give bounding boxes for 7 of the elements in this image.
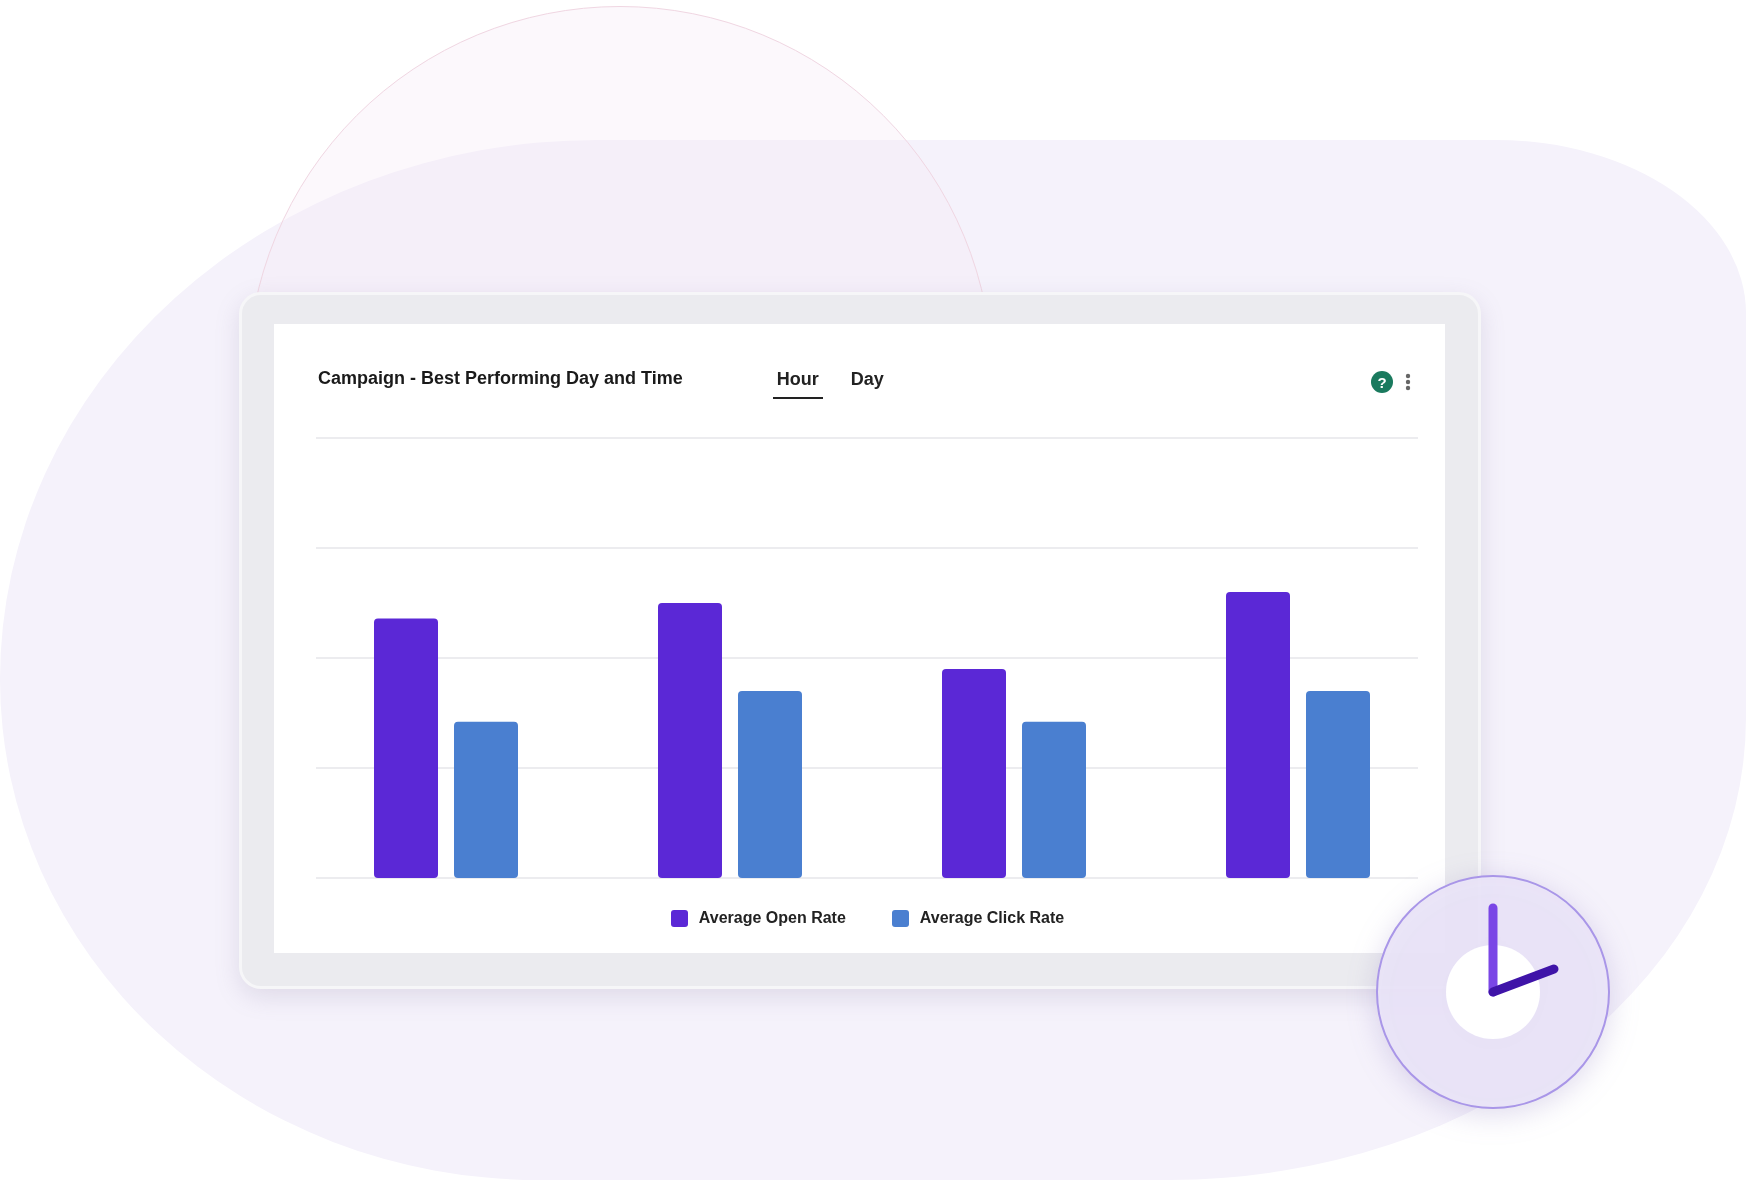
more-options-icon[interactable] <box>1405 373 1411 391</box>
tab[interactable]: Day <box>846 365 888 399</box>
tab[interactable]: Hour <box>772 365 823 399</box>
card-title: Campaign - Best Performing Day and Time <box>318 367 683 389</box>
help-icon[interactable]: ? <box>1371 371 1393 393</box>
legend-label: Average Open Rate <box>698 909 846 927</box>
legend-label: Average Click Rate <box>919 909 1065 927</box>
